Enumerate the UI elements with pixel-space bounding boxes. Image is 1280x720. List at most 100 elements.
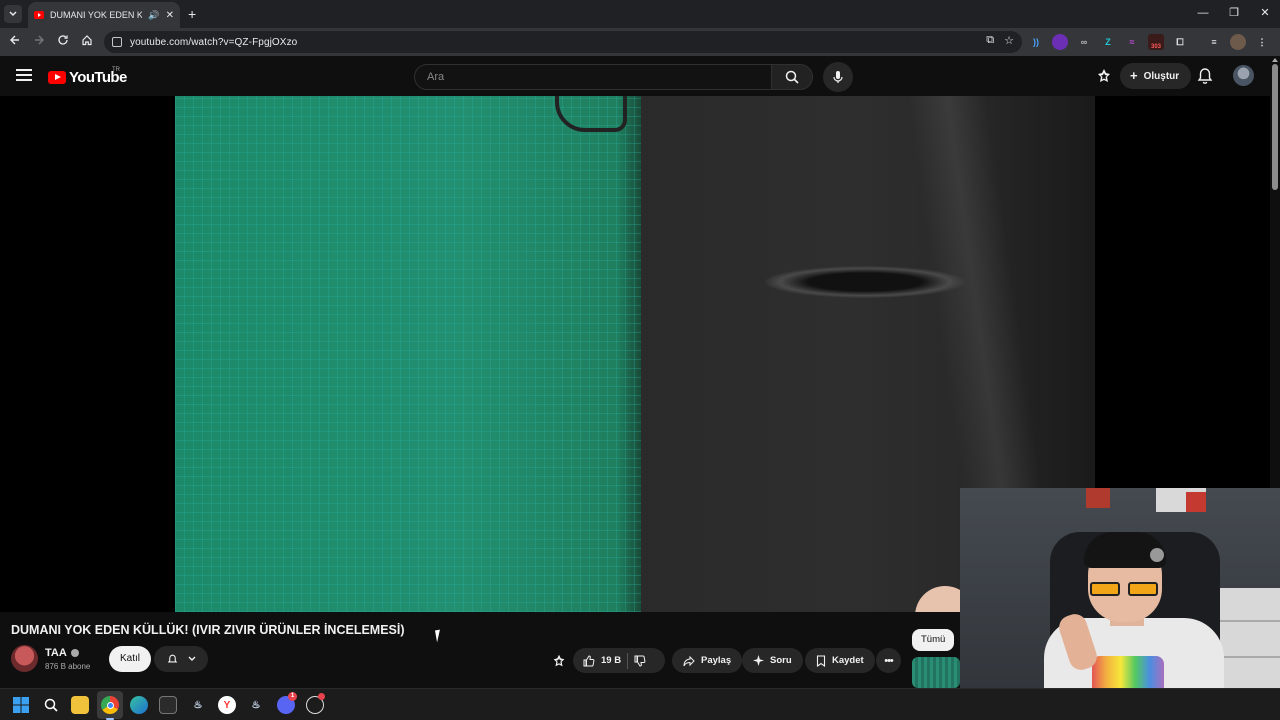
- save-label: Kaydet: [832, 655, 864, 666]
- search-icon: [785, 70, 799, 84]
- edge-icon[interactable]: [130, 696, 148, 714]
- more-actions-button[interactable]: •••: [876, 648, 901, 673]
- related-video-thumbnail[interactable]: [912, 657, 960, 688]
- minimize-button[interactable]: —: [1188, 4, 1218, 22]
- voice-search-button[interactable]: [823, 62, 853, 92]
- youtube-header: YouTube TR Ara + Oluştur: [0, 56, 1280, 96]
- scroll-thumb[interactable]: [1272, 64, 1278, 190]
- webcam-poster-1: [1086, 488, 1110, 508]
- steam-icon[interactable]: ♨: [189, 696, 207, 714]
- yandex-icon[interactable]: Y: [218, 696, 236, 714]
- video-ashtray-slot: [765, 266, 965, 298]
- chevron-down-icon: [188, 656, 195, 661]
- account-avatar[interactable]: [1233, 65, 1254, 86]
- browser-tab-active[interactable]: DUMANI YOK EDEN KÜLLÜ 🔊 ✕: [28, 2, 180, 28]
- forward-button[interactable]: [30, 33, 48, 51]
- scroll-up-arrow-icon[interactable]: [1272, 58, 1278, 62]
- create-label: Oluştur: [1143, 70, 1180, 82]
- taskbar-search-icon[interactable]: [42, 696, 60, 714]
- share-button[interactable]: Paylaş: [672, 648, 743, 673]
- extensions-row: )) ∞ Z ≈ 303 ⧠ ≡ ⋮: [1028, 34, 1270, 50]
- ask-label: Soru: [770, 655, 792, 666]
- create-button[interactable]: + Oluştur: [1120, 63, 1192, 89]
- join-button[interactable]: Katıl: [109, 646, 152, 672]
- tab-close-icon[interactable]: ✕: [166, 10, 174, 21]
- channel-name[interactable]: TAA: [45, 647, 67, 659]
- microsoft-store-icon[interactable]: [159, 696, 177, 714]
- webcam-overlay: [960, 488, 1280, 720]
- new-tab-button[interactable]: +: [188, 5, 196, 23]
- chatgpt-icon[interactable]: [306, 693, 325, 714]
- premium-gem-icon[interactable]: [551, 653, 567, 669]
- tab-search-button[interactable]: [4, 5, 22, 23]
- webcam-glasses: [1090, 582, 1162, 596]
- file-explorer-icon[interactable]: [71, 696, 89, 714]
- like-button[interactable]: 19 B: [583, 654, 622, 667]
- youtube-play-icon: [48, 71, 66, 84]
- extension-badge: 303: [1150, 44, 1161, 50]
- browser-tab-bar: DUMANI YOK EDEN KÜLLÜ 🔊 ✕ + — ❐ ✕: [0, 0, 1280, 28]
- browser-toolbar: youtube.com/watch?v=QZ-FpgjOXzo ⧉ ☆ )) ∞…: [0, 28, 1280, 56]
- install-app-icon[interactable]: ⧉: [986, 34, 994, 47]
- restore-button[interactable]: ❐: [1219, 4, 1249, 22]
- tab-title: DUMANI YOK EDEN KÜLLÜ: [50, 10, 143, 20]
- extension-waves-icon[interactable]: )): [1028, 34, 1044, 50]
- like-dislike-group: 19 B: [573, 648, 665, 673]
- windows-start-icon[interactable]: [12, 696, 30, 714]
- windows-taskbar: ♨ Y ♨ 1: [0, 688, 1280, 720]
- thumbs-up-icon: [583, 654, 595, 666]
- hamburger-menu-icon[interactable]: [14, 66, 34, 86]
- like-divider: [627, 652, 629, 669]
- home-icon: [82, 35, 92, 46]
- site-info-icon[interactable]: [112, 37, 122, 47]
- bookmark-icon: [816, 654, 826, 667]
- back-button[interactable]: [6, 33, 24, 51]
- notifications-bell-icon[interactable]: [1196, 67, 1214, 85]
- region-code: TR: [112, 67, 120, 73]
- subscribed-dropdown-button[interactable]: [154, 646, 208, 672]
- reload-icon: [58, 35, 68, 45]
- channel-avatar[interactable]: [11, 645, 38, 672]
- search-input[interactable]: Ara: [414, 64, 772, 90]
- filter-chip-all[interactable]: Tümü: [912, 629, 955, 651]
- thumbs-down-icon[interactable]: [634, 655, 646, 667]
- chrome-icon[interactable]: [101, 696, 119, 714]
- youtube-favicon-icon: [34, 11, 44, 19]
- save-button[interactable]: Kaydet: [805, 648, 875, 673]
- extension-wave-icon[interactable]: ≈: [1124, 34, 1140, 50]
- url-text[interactable]: youtube.com/watch?v=QZ-FpgjOXzo: [130, 37, 297, 48]
- bookmark-star-icon[interactable]: ☆: [1004, 34, 1014, 47]
- extensions-puzzle-icon[interactable]: ⧠: [1172, 34, 1188, 50]
- premium-gem-icon[interactable]: [1095, 67, 1113, 85]
- extension-purple-icon[interactable]: [1052, 34, 1068, 50]
- speaker-icon[interactable]: 🔊: [148, 10, 159, 21]
- microphone-icon: [833, 71, 843, 83]
- steam-alt-icon[interactable]: ♨: [247, 696, 265, 714]
- home-button[interactable]: [78, 33, 96, 51]
- reload-button[interactable]: [54, 33, 72, 51]
- chevron-down-icon: [9, 11, 17, 17]
- search-button[interactable]: [771, 64, 813, 90]
- reading-list-icon[interactable]: ≡: [1206, 34, 1222, 50]
- address-bar[interactable]: youtube.com/watch?v=QZ-FpgjOXzo ⧉ ☆: [104, 31, 1022, 53]
- plus-icon: +: [1130, 68, 1138, 83]
- verified-check-icon: [70, 649, 79, 657]
- webcam-shelf-line-1: [1212, 620, 1280, 622]
- address-bar-actions: ⧉ ☆: [986, 34, 1014, 47]
- chatgpt-notification-dot: [318, 693, 325, 700]
- extension-counter-icon[interactable]: 303: [1148, 34, 1164, 50]
- like-count: 19 B: [601, 655, 622, 666]
- arrow-left-icon: [10, 35, 19, 45]
- profile-avatar-icon[interactable]: [1230, 34, 1246, 50]
- webcam-headset: [1150, 548, 1164, 562]
- close-window-button[interactable]: ✕: [1250, 4, 1280, 22]
- screen: DUMANI YOK EDEN KÜLLÜ 🔊 ✕ + — ❐ ✕ youtub…: [0, 0, 1280, 720]
- ask-button[interactable]: Soru: [742, 648, 803, 673]
- browser-menu-icon[interactable]: ⋮: [1254, 34, 1270, 50]
- extension-mask-icon[interactable]: ∞: [1076, 34, 1092, 50]
- discord-icon[interactable]: 1: [277, 692, 297, 714]
- video-frame: [175, 96, 1095, 612]
- extension-z-icon[interactable]: Z: [1100, 34, 1116, 50]
- arrow-right-icon: [35, 35, 44, 45]
- channel-name-row[interactable]: TAA: [45, 647, 79, 659]
